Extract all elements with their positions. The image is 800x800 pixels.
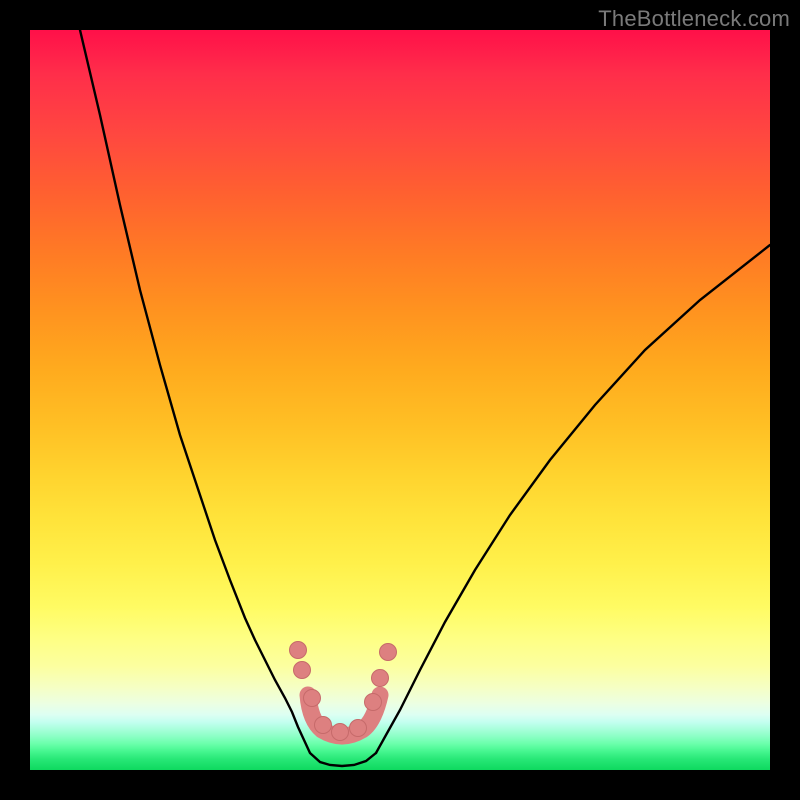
heat-gradient-background <box>30 30 770 770</box>
watermark-text: TheBottleneck.com <box>598 6 790 32</box>
plot-area <box>30 30 770 770</box>
chart-frame: TheBottleneck.com <box>0 0 800 800</box>
